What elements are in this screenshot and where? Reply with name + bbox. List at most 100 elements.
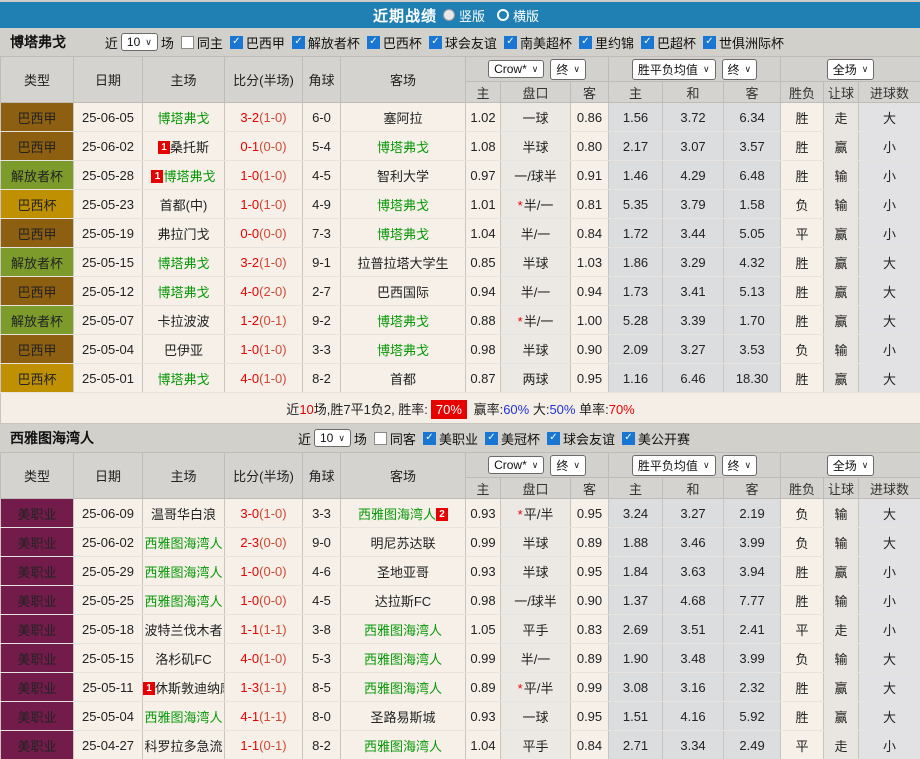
match-row: 巴西甲 25-06-05 博塔弗戈 3-2(1-0) 6-0 塞阿拉 1.02 一球 0.86 1… xyxy=(0,102,920,132)
avg-draw: 3.07 xyxy=(662,131,725,161)
spread-result-cell: 输 xyxy=(823,527,860,557)
league-checkbox[interactable]: ✓ xyxy=(422,431,436,445)
corner-count: 9-2 xyxy=(302,305,341,335)
odds-company-select[interactable]: Crow* ∨ xyxy=(488,60,545,78)
match-row: 美职业 25-05-15 洛杉矶FC 4-0(1-0) 5-3 西雅图海湾人 0.99 半/一… xyxy=(0,643,920,673)
fulltime-score: 4-0 xyxy=(240,650,260,666)
avg-away: 1.70 xyxy=(723,305,782,335)
same-venue-checkbox[interactable] xyxy=(373,431,387,445)
layout-radio-vertical-icon[interactable] xyxy=(442,9,455,21)
league-checkbox[interactable]: ✓ xyxy=(484,431,498,445)
match-row: 美职业 25-05-18 波特兰伐木者 1-1(1-1) 3-8 西雅图海湾人 1.05 平手… xyxy=(0,614,920,644)
home-team-cell: 博塔弗戈 xyxy=(142,363,225,393)
corner-count: 5-3 xyxy=(302,643,341,673)
handicap-cell: 一/球半 xyxy=(500,160,571,190)
chevron-down-icon: ∨ xyxy=(338,432,345,443)
same-venue-checkbox-label: 同客 xyxy=(389,431,416,447)
away-team-cell: 圣路易斯城 xyxy=(340,701,466,731)
match-count-select[interactable]: 10 ∨ xyxy=(313,429,351,447)
match-type-badge: 美职业 xyxy=(0,498,74,528)
odds-state-select[interactable]: 终 ∨ xyxy=(550,454,586,476)
odds-company-select[interactable]: Crow* ∨ xyxy=(488,456,545,474)
league-checkbox[interactable]: ✓ xyxy=(702,35,716,49)
away-odds: 0.95 xyxy=(569,556,610,586)
result-cell: 负 xyxy=(780,334,825,364)
avg-away: 3.99 xyxy=(723,643,782,673)
league-checkbox[interactable]: ✓ xyxy=(503,35,517,49)
handicap-cell: 半球 xyxy=(500,527,571,557)
avg-type-select[interactable]: 胜平负均值 ∨ xyxy=(631,58,716,80)
chevron-down-icon: ∨ xyxy=(861,459,869,470)
league-checkbox[interactable]: ✓ xyxy=(546,431,560,445)
odds-state-select[interactable]: 终 ∨ xyxy=(550,58,586,80)
league-checkbox[interactable]: ✓ xyxy=(291,35,305,49)
result-cell: 平 xyxy=(780,730,825,759)
league-checkbox[interactable]: ✓ xyxy=(621,431,635,445)
result-cell: 胜 xyxy=(780,160,825,190)
away-odds: 1.03 xyxy=(569,247,610,277)
away-odds: 0.89 xyxy=(569,643,610,673)
column-header: 主 xyxy=(465,477,501,499)
summary-row: 近10场,胜7平1负2, 胜率: 70% 赢率:60% 大:50% 单率:70% xyxy=(0,392,920,424)
avg-home: 1.73 xyxy=(608,276,664,306)
avg-away: 5.92 xyxy=(723,701,782,731)
team-label: 科罗拉多急流 xyxy=(144,738,223,754)
home-odds: 0.89 xyxy=(465,672,501,702)
match-count-select-value: 10 xyxy=(319,431,334,445)
avg-away: 18.30 xyxy=(723,363,782,393)
layout-radio-label[interactable]: 横版 xyxy=(513,6,539,25)
same-venue-checkbox[interactable] xyxy=(180,35,194,49)
scope-select-cell: 全场 ∨ xyxy=(780,56,920,82)
league-checkbox[interactable]: ✓ xyxy=(578,35,592,49)
match-type-badge: 巴西杯 xyxy=(0,363,74,393)
home-team-cell: 巴伊亚 xyxy=(142,334,225,364)
avg-state-select[interactable]: 终 ∨ xyxy=(721,454,758,476)
league-checkbox[interactable]: ✓ xyxy=(640,35,654,49)
avg-draw: 3.46 xyxy=(662,527,725,557)
match-count-select[interactable]: 10 ∨ xyxy=(120,33,158,51)
chevron-down-icon: ∨ xyxy=(744,63,752,74)
summary-segment: 10 xyxy=(299,401,314,417)
goals-result-cell: 大 xyxy=(858,305,920,335)
away-team-cell: 智利大学 xyxy=(340,160,466,190)
home-team-cell: 西雅图海湾人 xyxy=(142,585,225,615)
layout-radio-horizontal-icon[interactable] xyxy=(497,9,509,21)
handicap-cell: 平手 xyxy=(500,614,571,644)
home-odds: 0.99 xyxy=(465,643,501,673)
corner-count: 3-8 xyxy=(302,614,341,644)
avg-away: 2.41 xyxy=(723,614,782,644)
team-label: 拉普拉塔大学生 xyxy=(357,255,449,271)
fulltime-score: 1-0 xyxy=(240,563,260,579)
home-odds: 1.02 xyxy=(465,102,501,132)
chevron-down-icon: ∨ xyxy=(573,63,580,74)
home-odds: 0.98 xyxy=(465,334,501,364)
avg-state-select[interactable]: 终 ∨ xyxy=(721,58,758,80)
team-name: 博塔弗戈 xyxy=(10,34,66,50)
fulltime-score: 3-2 xyxy=(240,109,260,125)
goals-result-cell: 大 xyxy=(858,276,920,306)
score-cell: 4-0(1-0) xyxy=(224,643,303,673)
avg-type-select[interactable]: 胜平负均值 ∨ xyxy=(631,454,716,476)
scope-select[interactable]: 全场 ∨ xyxy=(826,58,875,80)
handicap-label: 平手 xyxy=(522,738,549,754)
goals-result-cell: 小 xyxy=(858,218,920,248)
match-type-badge: 美职业 xyxy=(0,614,74,644)
spread-result-cell: 赢 xyxy=(823,131,860,161)
league-checkbox[interactable]: ✓ xyxy=(366,35,380,49)
league-checkbox[interactable]: ✓ xyxy=(428,35,442,49)
avg-draw: 3.39 xyxy=(662,305,725,335)
match-type-badge: 美职业 xyxy=(0,585,74,615)
layout-radio-label[interactable]: 竖版 xyxy=(459,6,485,25)
avg-draw: 3.27 xyxy=(662,498,725,528)
spread-result-cell: 输 xyxy=(823,585,860,615)
avg-home: 1.88 xyxy=(608,527,664,557)
handicap-cell: *平/半 xyxy=(500,672,571,702)
team-label: 智利大学 xyxy=(376,168,429,184)
match-row: 巴西甲 25-05-12 博塔弗戈 4-0(2-0) 2-7 巴西国际 0.94 半/一 0.9… xyxy=(0,276,920,306)
match-date: 25-05-15 xyxy=(73,247,143,277)
spread-result-cell: 赢 xyxy=(823,701,860,731)
league-checkbox[interactable]: ✓ xyxy=(229,35,243,49)
goals-result-cell: 小 xyxy=(858,614,920,644)
team-label: 博塔弗戈 xyxy=(157,255,210,271)
scope-select[interactable]: 全场 ∨ xyxy=(826,454,875,476)
